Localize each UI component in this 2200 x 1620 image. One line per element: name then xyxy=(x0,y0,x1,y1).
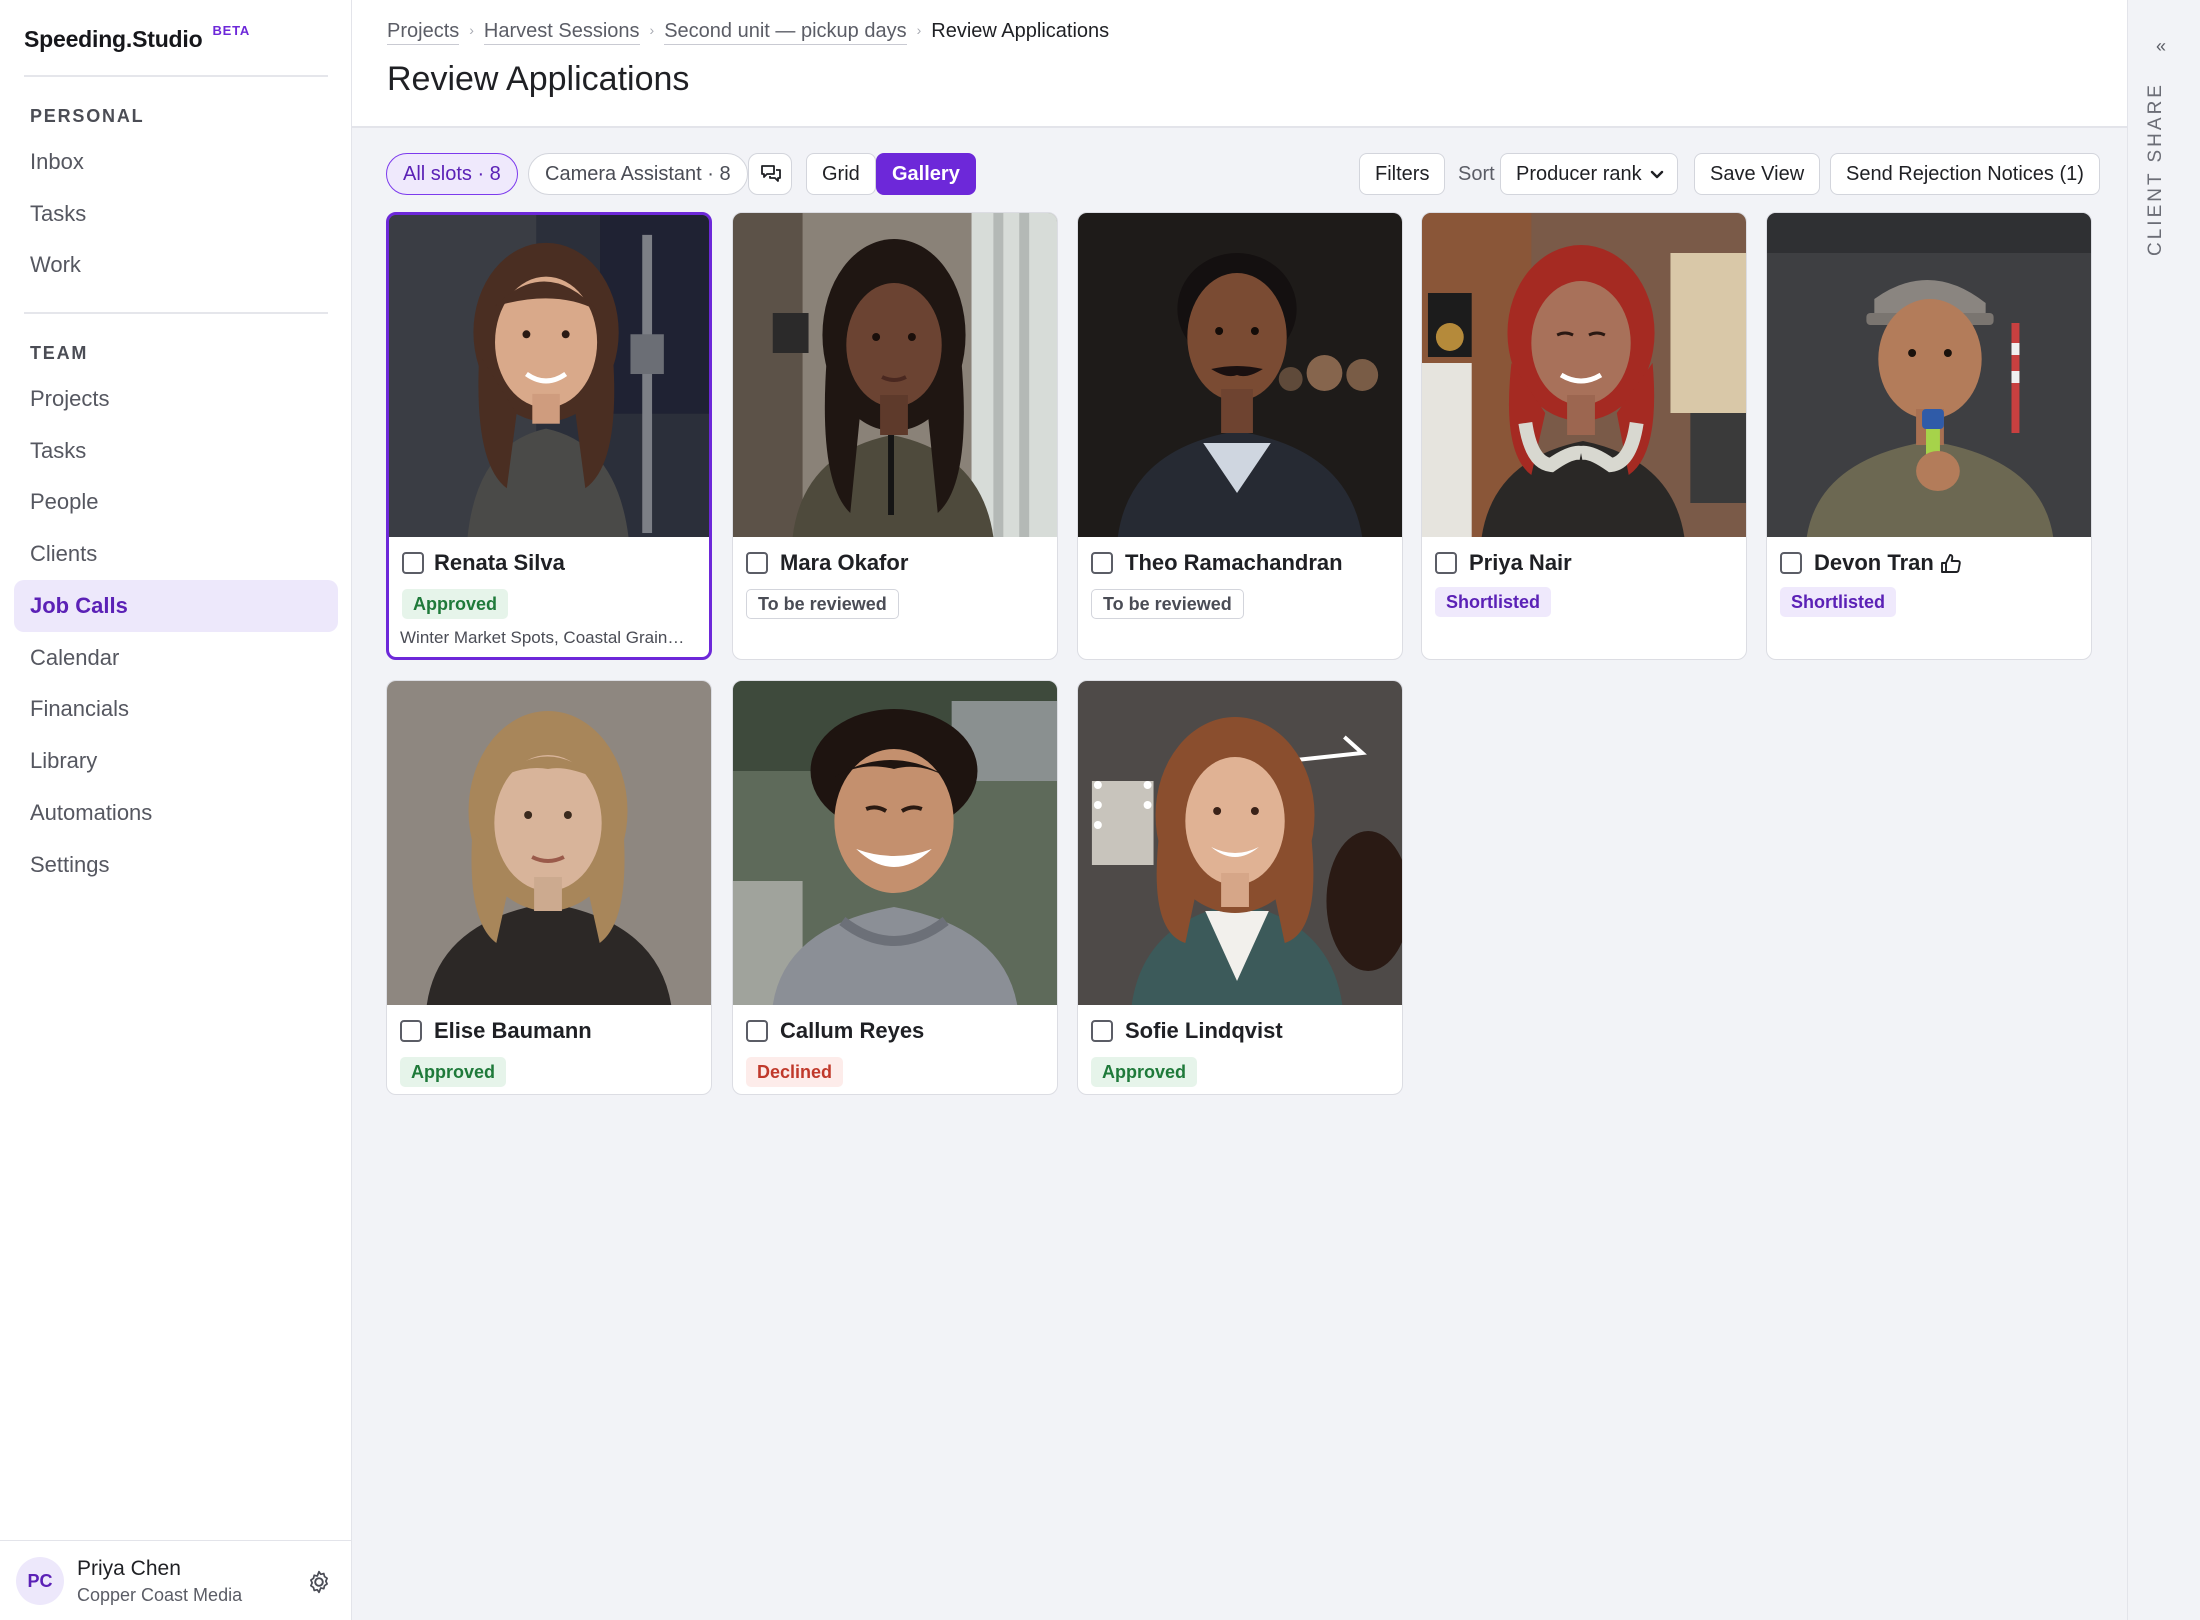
collapse-icon[interactable]: « xyxy=(2156,36,2166,57)
filter-all-slots[interactable]: All slots · 8 xyxy=(386,153,518,195)
sidebar: Speeding.Studio BETA PERSONAL Inbox Tasks… xyxy=(0,0,352,1620)
select-checkbox[interactable] xyxy=(1435,552,1457,574)
user-name: Priya Chen xyxy=(77,1557,181,1580)
breadcrumb-separator: › xyxy=(649,22,655,38)
app-name: Speeding.Studio xyxy=(24,26,203,52)
breadcrumb: Projects › Harvest Sessions › Second unit — … xyxy=(387,20,1110,45)
page-header: Projects › Harvest Sessions › Second unit — … xyxy=(352,0,2127,128)
sidebar-item-calendar[interactable]: Calendar xyxy=(14,632,338,684)
sidebar-item-personal-tasks[interactable]: Tasks xyxy=(14,188,338,240)
save-view-button[interactable]: Save View xyxy=(1694,153,1821,195)
sort-value: Producer rank xyxy=(1516,163,1642,185)
client-share-rail: « CLIENT SHARE xyxy=(2127,0,2200,1620)
applicant-credits: Winter Market Spots, Coastal Grain… xyxy=(400,628,685,647)
applicant-card[interactable]: Callum Reyes Declined xyxy=(732,680,1058,1095)
sidebar-item-inbox[interactable]: Inbox xyxy=(14,136,338,188)
breadcrumb-second-unit[interactable]: Second unit — pickup days xyxy=(664,20,907,45)
applicant-photo xyxy=(1078,681,1402,1005)
client-share-tab[interactable]: CLIENT SHARE xyxy=(2145,82,2167,256)
status-badge: Approved xyxy=(402,589,509,619)
filter-camera-assistant[interactable]: Camera Assistant · 8 xyxy=(528,153,748,195)
status-badge: To be reviewed xyxy=(1091,589,1244,619)
status-badge: Shortlisted xyxy=(1435,587,1552,617)
view-grid-button[interactable]: Grid xyxy=(806,153,876,195)
status-badge: Declined xyxy=(746,1057,844,1087)
comments-button[interactable] xyxy=(748,153,792,195)
sidebar-item-work[interactable]: Work xyxy=(14,239,338,291)
team-heading: TEAM xyxy=(30,343,89,363)
applicant-card[interactable]: Elise Baumann Approved xyxy=(386,680,712,1095)
sidebar-item-clients[interactable]: Clients xyxy=(14,528,338,580)
applicant-photo xyxy=(733,681,1057,1005)
select-checkbox[interactable] xyxy=(1780,552,1802,574)
sort-select[interactable]: Producer rank xyxy=(1500,153,1678,195)
select-checkbox[interactable] xyxy=(402,552,424,574)
sidebar-divider xyxy=(24,75,328,77)
applicant-card[interactable]: Mara Okafor To be reviewed xyxy=(732,212,1058,660)
applicant-name: Mara Okafor xyxy=(780,550,909,575)
sidebar-divider xyxy=(24,312,328,314)
select-checkbox[interactable] xyxy=(746,552,768,574)
applicant-name: Priya Nair xyxy=(1469,550,1572,575)
applicant-card[interactable]: Theo Ramachandran To be reviewed xyxy=(1077,212,1403,660)
applicant-photo xyxy=(1767,213,2091,537)
applicant-name: Devon Tran xyxy=(1814,550,1934,575)
applicant-photo xyxy=(387,681,711,1005)
thumbs-up-icon[interactable] xyxy=(1939,552,1963,576)
send-rejection-notices-button[interactable]: Send Rejection Notices (1) xyxy=(1830,153,2100,195)
applicant-card[interactable]: Sofie Lindqvist Approved xyxy=(1077,680,1403,1095)
chevron-down-icon xyxy=(1650,170,1664,179)
breadcrumb-projects[interactable]: Projects xyxy=(387,20,460,45)
sidebar-item-team-tasks[interactable]: Tasks xyxy=(14,425,338,477)
sidebar-item-job-calls[interactable]: Job Calls xyxy=(14,580,338,632)
breadcrumb-separator: › xyxy=(916,22,922,38)
applicant-photo xyxy=(1422,213,1746,537)
beta-badge: BETA xyxy=(212,23,251,38)
chat-bubbles-icon xyxy=(761,165,781,182)
breadcrumb-separator: › xyxy=(469,22,474,38)
applicant-card[interactable]: Renata Silva Approved Winter Market Spot… xyxy=(386,212,712,660)
applicant-photo xyxy=(733,213,1057,537)
applicant-card[interactable]: Devon Tran Shortlisted xyxy=(1766,212,2092,660)
status-badge: Shortlisted xyxy=(1780,587,1897,617)
sidebar-item-financials[interactable]: Financials xyxy=(14,683,338,735)
applicant-photo xyxy=(389,215,709,537)
avatar: PC xyxy=(16,1557,64,1605)
status-badge: To be reviewed xyxy=(746,589,899,619)
applicant-name: Elise Baumann xyxy=(434,1018,592,1043)
select-checkbox[interactable] xyxy=(1091,1020,1113,1042)
applicant-card[interactable]: Priya Nair Shortlisted xyxy=(1421,212,1747,660)
gear-icon[interactable] xyxy=(306,1569,332,1595)
applicant-photo xyxy=(1078,213,1402,537)
breadcrumb-harvest-sessions[interactable]: Harvest Sessions xyxy=(483,20,640,45)
filters-button[interactable]: Filters xyxy=(1359,153,1446,195)
applicant-name: Theo Ramachandran xyxy=(1125,550,1343,575)
select-checkbox[interactable] xyxy=(746,1020,768,1042)
sort-label: Sort xyxy=(1458,163,1495,185)
user-org: Copper Coast Media xyxy=(77,1585,243,1605)
select-checkbox[interactable] xyxy=(400,1020,422,1042)
sidebar-item-automations[interactable]: Automations xyxy=(14,787,338,839)
user-profile[interactable]: PC Priya Chen Copper Coast Media xyxy=(0,1540,352,1620)
sidebar-item-library[interactable]: Library xyxy=(14,735,338,787)
gallery-toolbar: All slots · 8 Camera Assistant · 8 Grid … xyxy=(386,153,2100,195)
status-badge: Approved xyxy=(1091,1057,1198,1087)
personal-heading: PERSONAL xyxy=(30,106,145,126)
status-badge: Approved xyxy=(400,1057,507,1087)
page-title: Review Applications xyxy=(387,60,690,98)
applicant-name: Callum Reyes xyxy=(780,1018,925,1043)
sidebar-item-people[interactable]: People xyxy=(14,476,338,528)
sidebar-item-settings[interactable]: Settings xyxy=(14,839,338,891)
applicant-name: Sofie Lindqvist xyxy=(1125,1018,1283,1043)
select-checkbox[interactable] xyxy=(1091,552,1113,574)
view-gallery-button[interactable]: Gallery xyxy=(876,153,976,195)
sidebar-item-projects[interactable]: Projects xyxy=(14,373,338,425)
breadcrumb-current: Review Applications xyxy=(931,20,1110,42)
app-logo[interactable]: Speeding.Studio BETA xyxy=(24,23,251,53)
applicant-name: Renata Silva xyxy=(434,550,565,575)
